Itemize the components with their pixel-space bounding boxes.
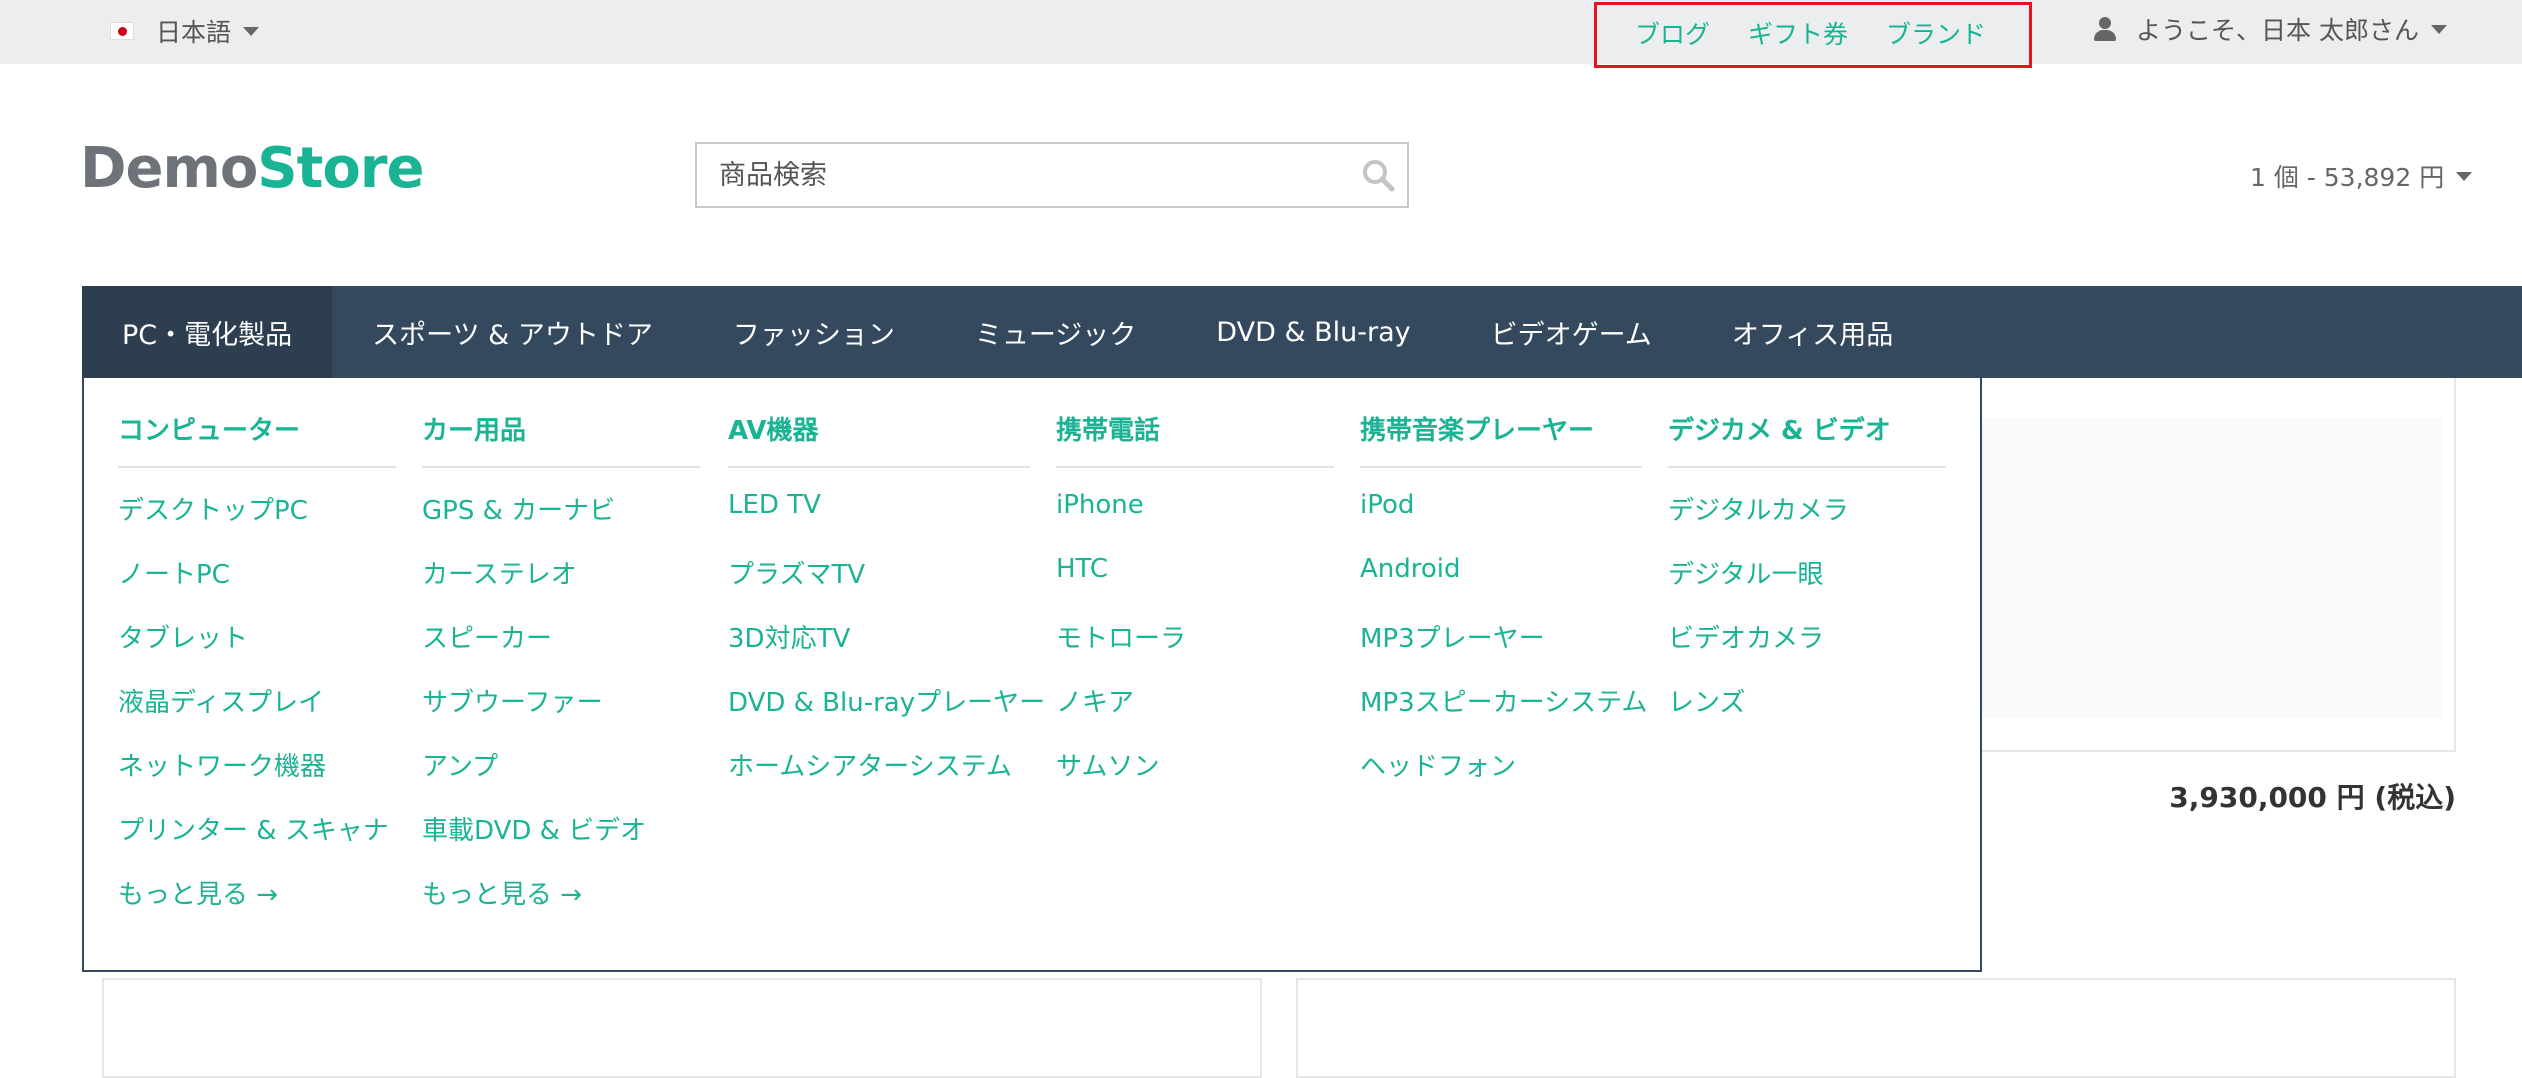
top-bar: 日本語 ブログ ギフト券 ブランド ようこそ、日本 太郎さん: [0, 0, 2522, 68]
menu-link[interactable]: ビデオカメラ: [1668, 618, 1824, 655]
nav-item-music[interactable]: ミュージック: [935, 286, 1176, 378]
menu-link[interactable]: スピーカー: [422, 618, 552, 655]
menu-heading-portable-audio[interactable]: 携帯音楽プレーヤー: [1360, 410, 1594, 447]
blog-link[interactable]: ブログ: [1635, 15, 1710, 51]
divider: [728, 466, 1030, 468]
chevron-down-icon: [2456, 171, 2473, 181]
mega-menu-dropdown: コンピューター デスクトップPC ノートPC タブレット 液晶ディスプレイ ネッ…: [82, 378, 1982, 972]
category-nav: PC・電化製品 スポーツ & アウトドア ファッション ミュージック DVD &…: [82, 286, 2522, 378]
store-logo[interactable]: DemoStore: [80, 136, 424, 201]
menu-link[interactable]: デスクトップPC: [118, 490, 308, 527]
japan-flag-icon: [110, 22, 134, 40]
menu-link[interactable]: ネットワーク機器: [118, 746, 326, 783]
menu-heading-computers[interactable]: コンピューター: [118, 410, 300, 447]
menu-link[interactable]: サムソン: [1056, 746, 1159, 783]
menu-link[interactable]: 車載DVD & ビデオ: [422, 810, 646, 847]
menu-link[interactable]: カーステレオ: [422, 554, 577, 591]
nav-item-dvd-bluray[interactable]: DVD & Blu-ray: [1176, 286, 1450, 378]
brand-link[interactable]: ブランド: [1886, 15, 1986, 51]
nav-item-pc-electronics[interactable]: PC・電化製品: [82, 286, 333, 378]
more-link[interactable]: もっと見る →: [422, 874, 582, 911]
menu-link[interactable]: iPod: [1360, 490, 1414, 520]
language-label: 日本語: [156, 18, 232, 47]
menu-link[interactable]: MP3スピーカーシステム: [1360, 682, 1647, 719]
menu-link[interactable]: 3D対応TV: [728, 618, 850, 655]
menu-link[interactable]: デジタルカメラ: [1668, 490, 1849, 527]
user-icon: [2094, 17, 2116, 41]
search-input[interactable]: [697, 144, 1297, 206]
menu-link[interactable]: レンズ: [1668, 682, 1745, 719]
menu-link[interactable]: デジタル一眼: [1668, 554, 1823, 591]
menu-link[interactable]: Android: [1360, 554, 1461, 584]
divider: [1056, 466, 1334, 468]
user-greeting: ようこそ、日本 太郎さん: [2136, 16, 2419, 45]
product-card[interactable]: [1960, 378, 2456, 752]
menu-link[interactable]: ノートPC: [118, 554, 230, 591]
search-icon[interactable]: [1361, 158, 1395, 192]
nav-item-video-games[interactable]: ビデオゲーム: [1451, 286, 1692, 378]
menu-link[interactable]: サブウーファー: [422, 682, 602, 719]
menu-link[interactable]: タブレット: [118, 618, 248, 655]
product-card[interactable]: [102, 978, 1262, 1078]
menu-heading-av-equipment[interactable]: AV機器: [728, 410, 818, 447]
menu-link[interactable]: DVD & Blu-rayプレーヤー: [728, 682, 1045, 719]
divider: [422, 466, 700, 468]
chevron-down-icon: [243, 26, 260, 36]
nav-item-sports-outdoor[interactable]: スポーツ & アウトドア: [332, 286, 693, 378]
user-menu[interactable]: ようこそ、日本 太郎さん: [2094, 12, 2447, 46]
menu-link[interactable]: ホームシアターシステム: [728, 746, 1012, 783]
menu-link[interactable]: GPS & カーナビ: [422, 490, 615, 527]
menu-link[interactable]: 液晶ディスプレイ: [118, 682, 324, 719]
menu-link[interactable]: プラズマTV: [728, 554, 865, 591]
search-box: [695, 142, 1409, 208]
product-price: 3,930,000 円 (税込): [2169, 781, 2456, 814]
nav-item-office[interactable]: オフィス用品: [1692, 286, 1933, 378]
menu-heading-mobile-phones[interactable]: 携帯電話: [1056, 410, 1160, 447]
logo-store-text: Store: [257, 136, 424, 201]
menu-heading-cameras-video[interactable]: デジカメ & ビデオ: [1668, 410, 1891, 447]
menu-heading-car-accessories[interactable]: カー用品: [422, 410, 526, 447]
menu-link[interactable]: iPhone: [1056, 490, 1144, 520]
menu-link[interactable]: アンプ: [422, 746, 498, 783]
menu-link[interactable]: ヘッドフォン: [1360, 746, 1516, 783]
gift-card-link[interactable]: ギフト券: [1748, 15, 1848, 51]
cart-summary-text: 1 個 - 53,892 円: [2250, 163, 2445, 192]
menu-link[interactable]: プリンター & スキャナ: [118, 810, 389, 847]
divider: [1668, 466, 1946, 468]
divider: [1360, 466, 1642, 468]
cart-summary[interactable]: 1 個 - 53,892 円: [2250, 158, 2473, 194]
top-links-highlight-box: ブログ ギフト券 ブランド: [1594, 2, 2032, 68]
menu-link[interactable]: ノキア: [1056, 682, 1134, 719]
language-selector[interactable]: 日本語: [110, 14, 260, 48]
nav-item-fashion[interactable]: ファッション: [693, 286, 935, 378]
menu-link[interactable]: LED TV: [728, 490, 821, 520]
more-link[interactable]: もっと見る →: [118, 874, 278, 911]
logo-demo-text: Demo: [80, 136, 258, 201]
product-card[interactable]: [1296, 978, 2456, 1078]
product-image: [1982, 418, 2442, 718]
chevron-down-icon: [2430, 24, 2447, 34]
divider: [118, 466, 396, 468]
menu-link[interactable]: HTC: [1056, 554, 1108, 584]
menu-link[interactable]: MP3プレーヤー: [1360, 618, 1545, 655]
menu-link[interactable]: モトローラ: [1056, 618, 1186, 655]
